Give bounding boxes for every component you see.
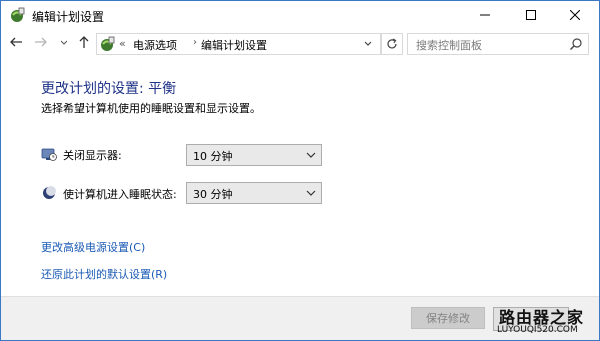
back-arrow-icon: [10, 37, 22, 47]
minimize-button[interactable]: [463, 1, 509, 29]
moon-icon: [41, 185, 57, 201]
breadcrumb-power-options[interactable]: 电源选项: [133, 37, 177, 53]
up-button[interactable]: [77, 35, 95, 53]
address-bar[interactable]: « 电源选项 › 编辑计划设置: [96, 33, 381, 55]
recent-locations-button[interactable]: [59, 35, 71, 53]
navigation-bar: « 电源选项 › 编辑计划设置 搜索控制面板: [1, 29, 599, 59]
save-changes-button[interactable]: 保存修改: [411, 307, 485, 329]
chevron-down-icon: [306, 152, 316, 158]
power-options-icon: [100, 36, 116, 52]
turn-off-display-select[interactable]: 10 分钟: [186, 144, 322, 166]
chevron-down-icon: [60, 40, 68, 45]
breadcrumb-overflow[interactable]: «: [119, 37, 126, 50]
advanced-power-settings-link[interactable]: 更改高级电源设置(C): [41, 239, 145, 255]
address-history-button[interactable]: [362, 38, 376, 50]
sleep-label: 使计算机进入睡眠状态:: [63, 188, 177, 201]
maximize-icon: [526, 10, 536, 20]
site-watermark: 路由器之家 LUYOUQI520.COM: [493, 304, 599, 340]
page-description: 选择希望计算机使用的睡眠设置和显示设置。: [41, 102, 261, 115]
edit-plan-settings-window: 编辑计划设置 « 电源选项 › 编辑计划设置 搜索控制面板 更改计划的设置: 平…: [0, 0, 600, 341]
back-button[interactable]: [9, 35, 27, 53]
breadcrumb-edit-plan-settings[interactable]: 编辑计划设置: [201, 37, 267, 53]
title-bar: 编辑计划设置: [1, 1, 599, 29]
search-icon[interactable]: [569, 37, 583, 51]
monitor-clock-icon: [41, 146, 57, 162]
close-button[interactable]: [553, 1, 599, 29]
restore-defaults-link[interactable]: 还原此计划的默认设置(R): [41, 266, 167, 282]
search-placeholder: 搜索控制面板: [416, 39, 482, 52]
minimize-icon: [480, 14, 490, 16]
breadcrumb-separator[interactable]: ›: [193, 37, 197, 48]
refresh-icon: [387, 38, 397, 49]
sleep-value: 30 分钟: [193, 188, 233, 201]
chevron-down-icon: [364, 41, 372, 46]
search-input[interactable]: 搜索控制面板: [407, 33, 589, 55]
power-options-icon: [10, 7, 26, 23]
forward-arrow-icon: [35, 37, 47, 47]
close-icon: [570, 10, 580, 20]
maximize-button[interactable]: [509, 1, 555, 29]
refresh-button[interactable]: [381, 33, 403, 55]
chevron-down-icon: [306, 190, 316, 196]
forward-button[interactable]: [34, 35, 52, 53]
page-title: 更改计划的设置: 平衡: [41, 81, 177, 97]
window-title: 编辑计划设置: [32, 10, 105, 24]
sleep-select[interactable]: 30 分钟: [186, 182, 322, 204]
watermark-url: LUYOUQI520.COM: [497, 325, 578, 335]
up-arrow-icon: [79, 36, 89, 48]
turn-off-display-value: 10 分钟: [193, 150, 233, 163]
turn-off-display-label: 关闭显示器:: [63, 149, 122, 162]
